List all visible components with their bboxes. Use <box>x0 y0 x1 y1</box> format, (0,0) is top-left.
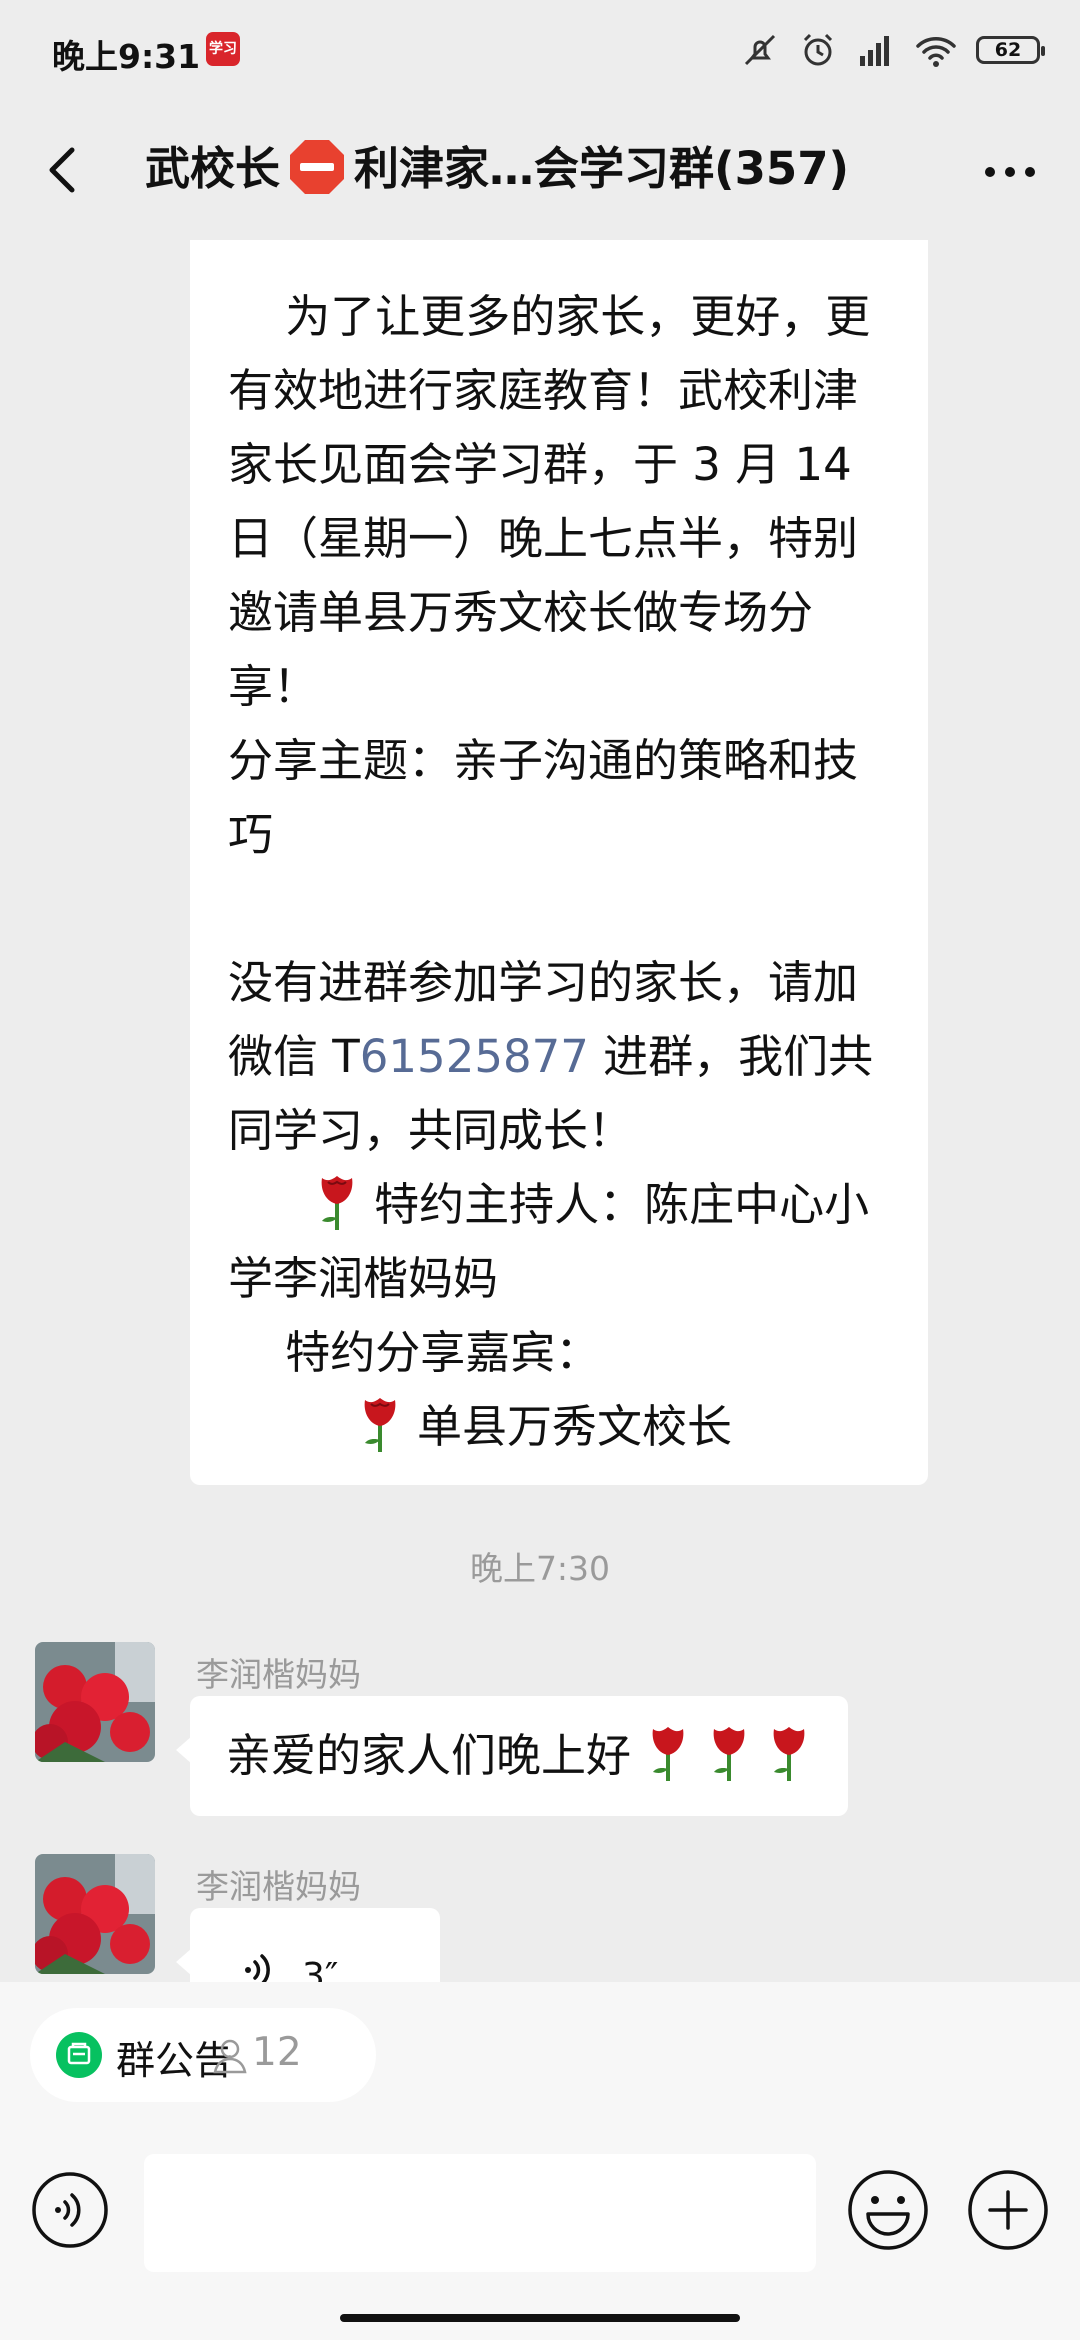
status-icons: 62 <box>740 28 1045 72</box>
alarm-icon <box>803 33 833 66</box>
message-timestamp: 晚上7:30 <box>469 1549 611 1588</box>
announcement-icon <box>56 2032 102 2078</box>
chat-header: 武校长 利津家…会学习群(357) <box>0 100 1080 240</box>
sender-name: 李润楷妈妈 <box>196 1867 361 1906</box>
voice-duration: 3″ <box>302 1956 339 1982</box>
rose-icon <box>773 1727 805 1781</box>
voice-message-bubble[interactable]: 3″ <box>176 1908 440 1982</box>
message-input[interactable] <box>144 2154 816 2272</box>
person-icon <box>213 2039 247 2074</box>
guest-text: 单县万秀文校长 <box>402 1400 733 1453</box>
wechat-id-link[interactable]: 61525877 <box>360 1030 589 1083</box>
title-suffix: 利津家…会学习群(357) <box>354 142 850 195</box>
more-options-button[interactable] <box>980 144 1040 200</box>
input-area: 群公告 12 <box>0 1982 1080 2340</box>
message-text: 亲爱的家人们晚上好 <box>226 1729 632 1782</box>
announcement-bubble[interactable]: 为了让更多的家长，更好，更有效地进行家庭教育！武校利津家长见面会学习群，于 3 … <box>190 240 928 1485</box>
app-notification-icon: 学习 <box>206 32 240 66</box>
rose-icon <box>321 1176 353 1230</box>
announcement-host: 特约主持人：陈庄中心小学李润楷妈妈 <box>228 1168 890 1316</box>
rose-icon <box>652 1727 684 1781</box>
avatar[interactable] <box>35 1642 155 1762</box>
announcement-blank <box>228 872 890 946</box>
announcement-count: 12 <box>252 2030 302 2075</box>
avatar[interactable] <box>35 1854 155 1974</box>
chat-area[interactable]: 为了让更多的家长，更好，更有效地进行家庭教育！武校利津家长见面会学习群，于 3 … <box>0 240 1080 1982</box>
status-time: 晚上9:31 <box>52 37 201 76</box>
status-bar: 晚上9:31 学习 62 <box>0 0 1080 100</box>
text-message-bubble[interactable]: 亲爱的家人们晚上好 <box>176 1696 848 1816</box>
home-indicator[interactable] <box>340 2314 740 2322</box>
emoji-button[interactable] <box>846 2168 930 2252</box>
more-functions-button[interactable] <box>966 2168 1050 2252</box>
chat-title: 武校长 利津家…会学习群(357) <box>145 136 925 202</box>
rose-icon <box>713 1727 745 1781</box>
wifi-icon <box>916 37 956 67</box>
mute-icon <box>744 34 776 66</box>
stop-sign-icon <box>290 140 345 194</box>
announcement-intro: 为了让更多的家长，更好，更有效地进行家庭教育！武校利津家长见面会学习群，于 3 … <box>228 290 871 713</box>
group-announcement-chip[interactable]: 群公告 12 <box>30 2008 376 2102</box>
sender-name: 李润楷妈妈 <box>196 1655 361 1694</box>
rose-icon <box>364 1398 396 1452</box>
battery-icon: 62 <box>976 36 1045 64</box>
back-button[interactable] <box>34 140 94 200</box>
signal-icon <box>860 36 889 66</box>
announcement-topic: 分享主题：亲子沟通的策略和技巧 <box>228 734 859 861</box>
voice-input-button[interactable] <box>30 2170 110 2250</box>
title-prefix: 武校长 <box>145 142 281 195</box>
announcement-guest-label: 特约分享嘉宾： <box>228 1326 601 1379</box>
voice-wave-icon <box>245 1954 270 1982</box>
announcement-guest: 单县万秀文校长 <box>228 1390 890 1464</box>
announcement-join: 没有进群参加学习的家长，请加微信 T61525877 进群，我们共同学习，共同成… <box>228 946 890 1168</box>
